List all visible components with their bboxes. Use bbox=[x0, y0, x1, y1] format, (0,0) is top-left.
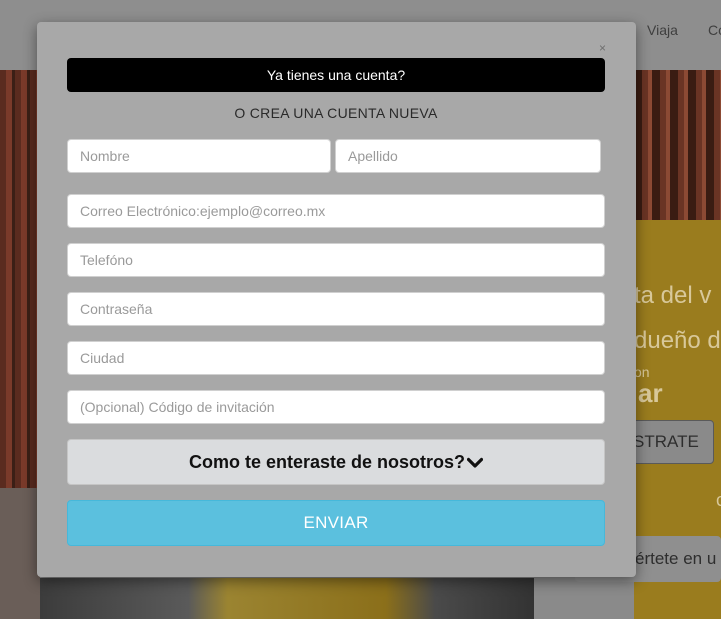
login-button[interactable]: Ya tienes una cuenta? bbox=[67, 58, 605, 92]
nav-link-viaja[interactable]: Viaja bbox=[647, 22, 678, 38]
first-name-input[interactable] bbox=[67, 139, 331, 173]
last-name-input[interactable] bbox=[335, 139, 601, 173]
chevron-down-icon bbox=[466, 441, 484, 485]
signup-modal: × Ya tienes una cuenta? O CREA UNA CUENT… bbox=[37, 22, 636, 577]
hero-brand-text: ar bbox=[638, 378, 663, 408]
referral-source-label: Como te enteraste de nosotros? bbox=[188, 452, 466, 472]
submit-button[interactable]: ENVIAR bbox=[67, 500, 605, 546]
city-input[interactable] bbox=[67, 341, 605, 375]
nav-link-co[interactable]: Co bbox=[708, 22, 721, 38]
hero-text-line-1: ta del v bbox=[634, 282, 712, 309]
street-image-left bbox=[0, 488, 40, 619]
signup-subtitle: O CREA UNA CUENTA NUEVA bbox=[234, 105, 438, 121]
street-image bbox=[40, 578, 534, 619]
email-input[interactable] bbox=[67, 194, 605, 228]
hero-bottom-char: c bbox=[716, 490, 721, 510]
hero-text-line-2: dueño d bbox=[634, 327, 721, 354]
hero-image-right bbox=[634, 70, 721, 220]
phone-input[interactable] bbox=[67, 243, 605, 277]
referral-source-dropdown[interactable]: Como te enteraste de nosotros? bbox=[67, 439, 605, 485]
invite-code-input[interactable] bbox=[67, 390, 605, 424]
password-input[interactable] bbox=[67, 292, 605, 326]
close-icon[interactable]: × bbox=[599, 42, 606, 54]
